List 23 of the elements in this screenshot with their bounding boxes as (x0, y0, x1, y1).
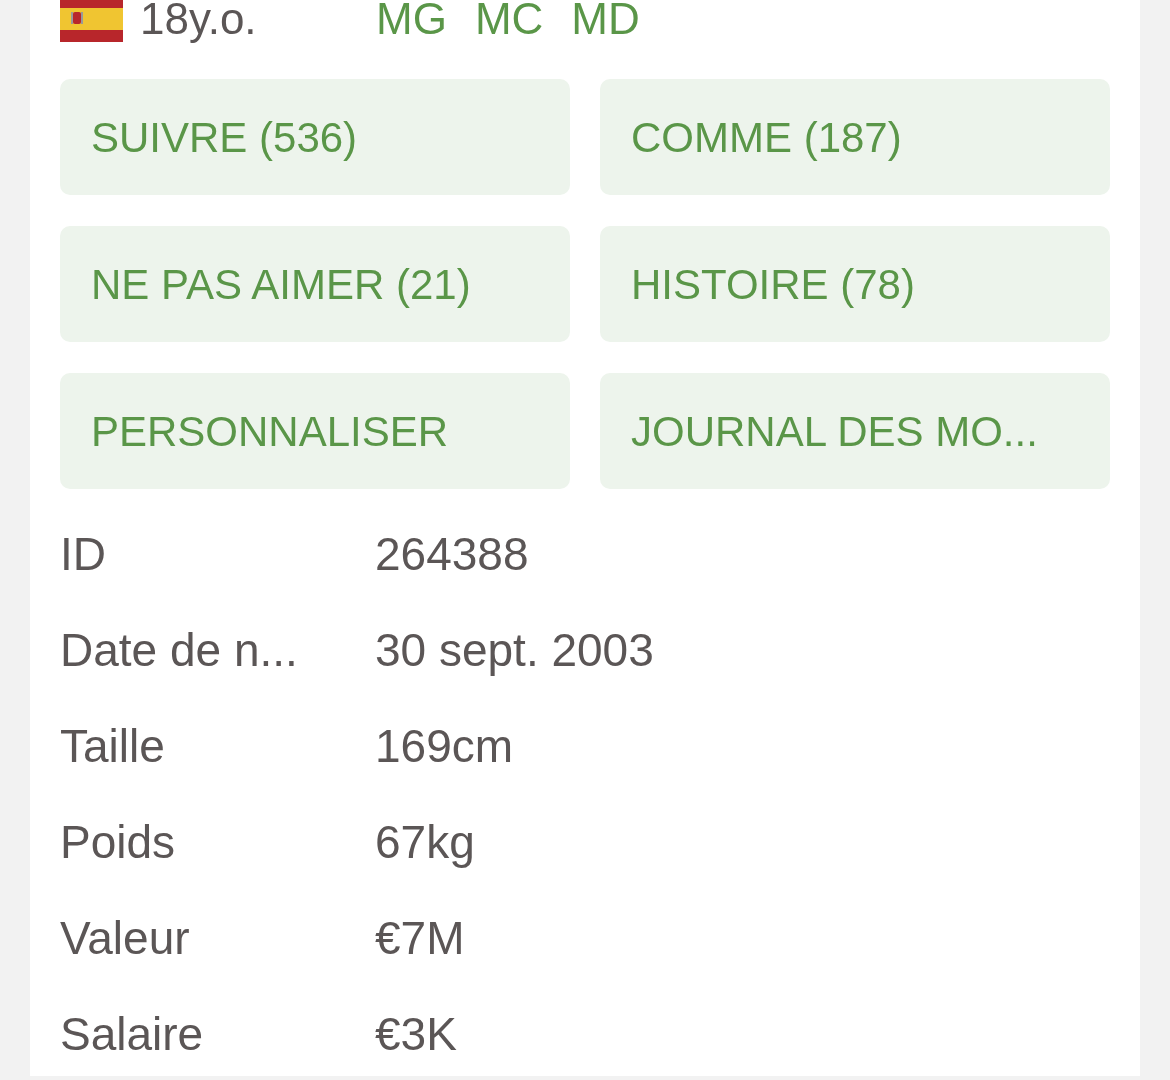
detail-value: 264388 (375, 526, 529, 582)
detail-label: Salaire (60, 1006, 205, 1062)
detail-value: 67kg (375, 814, 475, 870)
detail-label: Poids (60, 814, 177, 870)
action-button[interactable]: NE PAS AIMER (21) (60, 226, 570, 342)
detail-label: Date de n... (60, 622, 299, 678)
age-text: 18y.o. (140, 0, 258, 41)
action-button[interactable]: SUIVRE (536) (60, 79, 570, 195)
detail-label: ID (60, 526, 107, 582)
action-button[interactable]: HISTOIRE (78) (600, 226, 1110, 342)
detail-value: 30 sept. 2003 (375, 622, 654, 678)
action-button[interactable]: JOURNAL DES MO... (600, 373, 1110, 489)
position-label: MC (474, 0, 544, 41)
spain-flag-icon (60, 0, 123, 42)
position-label: MG (376, 0, 447, 41)
detail-label: Valeur (60, 910, 191, 966)
detail-value: 169cm (375, 718, 514, 774)
position-label: MD (571, 0, 640, 41)
detail-value: €7M (375, 910, 465, 966)
detail-value: €3K (375, 1006, 457, 1062)
detail-label: Taille (60, 718, 166, 774)
action-button[interactable]: COMME (187) (600, 79, 1110, 195)
action-button[interactable]: PERSONNALISER (60, 373, 570, 489)
